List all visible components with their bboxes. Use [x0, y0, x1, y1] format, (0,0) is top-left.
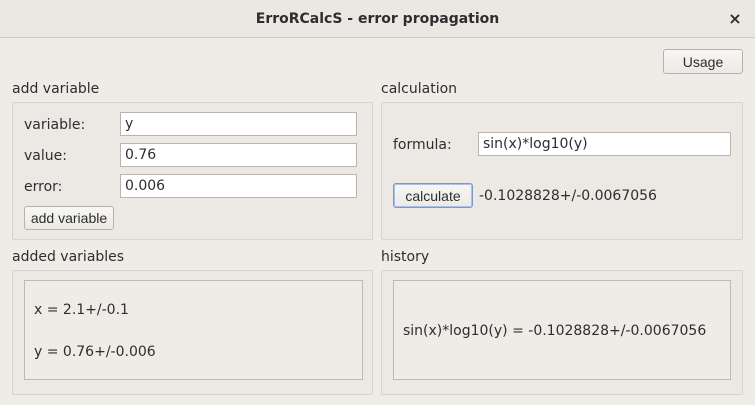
formula-label: formula: — [393, 137, 452, 153]
added-variables-list: x = 2.1+/-0.1 y = 0.76+/-0.006 — [24, 280, 363, 380]
history-list: sin(x)*log10(y) = -0.1028828+/-0.0067056 — [393, 280, 731, 380]
title-bar: ErroRCalcS - error propagation × — [0, 0, 755, 38]
error-label: error: — [24, 179, 63, 195]
list-item: x = 2.1+/-0.1 — [34, 302, 129, 318]
history-section-label: history — [381, 249, 430, 265]
variable-input[interactable] — [120, 112, 357, 136]
formula-input[interactable] — [478, 132, 731, 156]
calculation-group — [381, 102, 743, 240]
list-item: y = 0.76+/-0.006 — [34, 344, 156, 360]
usage-button[interactable]: Usage — [663, 49, 743, 74]
add-variable-section-label: add variable — [12, 81, 100, 97]
added-variables-section-label: added variables — [12, 249, 125, 265]
calculation-result: -0.1028828+/-0.0067056 — [479, 188, 657, 204]
error-input[interactable] — [120, 174, 357, 198]
calculate-button[interactable]: calculate — [393, 183, 473, 208]
close-icon[interactable]: × — [725, 9, 745, 29]
window-title: ErroRCalcS - error propagation — [255, 11, 500, 27]
value-input[interactable] — [120, 143, 357, 167]
value-label: value: — [24, 148, 67, 164]
variable-label: variable: — [24, 117, 86, 133]
calculation-section-label: calculation — [381, 81, 458, 97]
history-item: sin(x)*log10(y) = -0.1028828+/-0.0067056 — [403, 323, 707, 339]
add-variable-button[interactable]: add variable — [24, 206, 114, 230]
